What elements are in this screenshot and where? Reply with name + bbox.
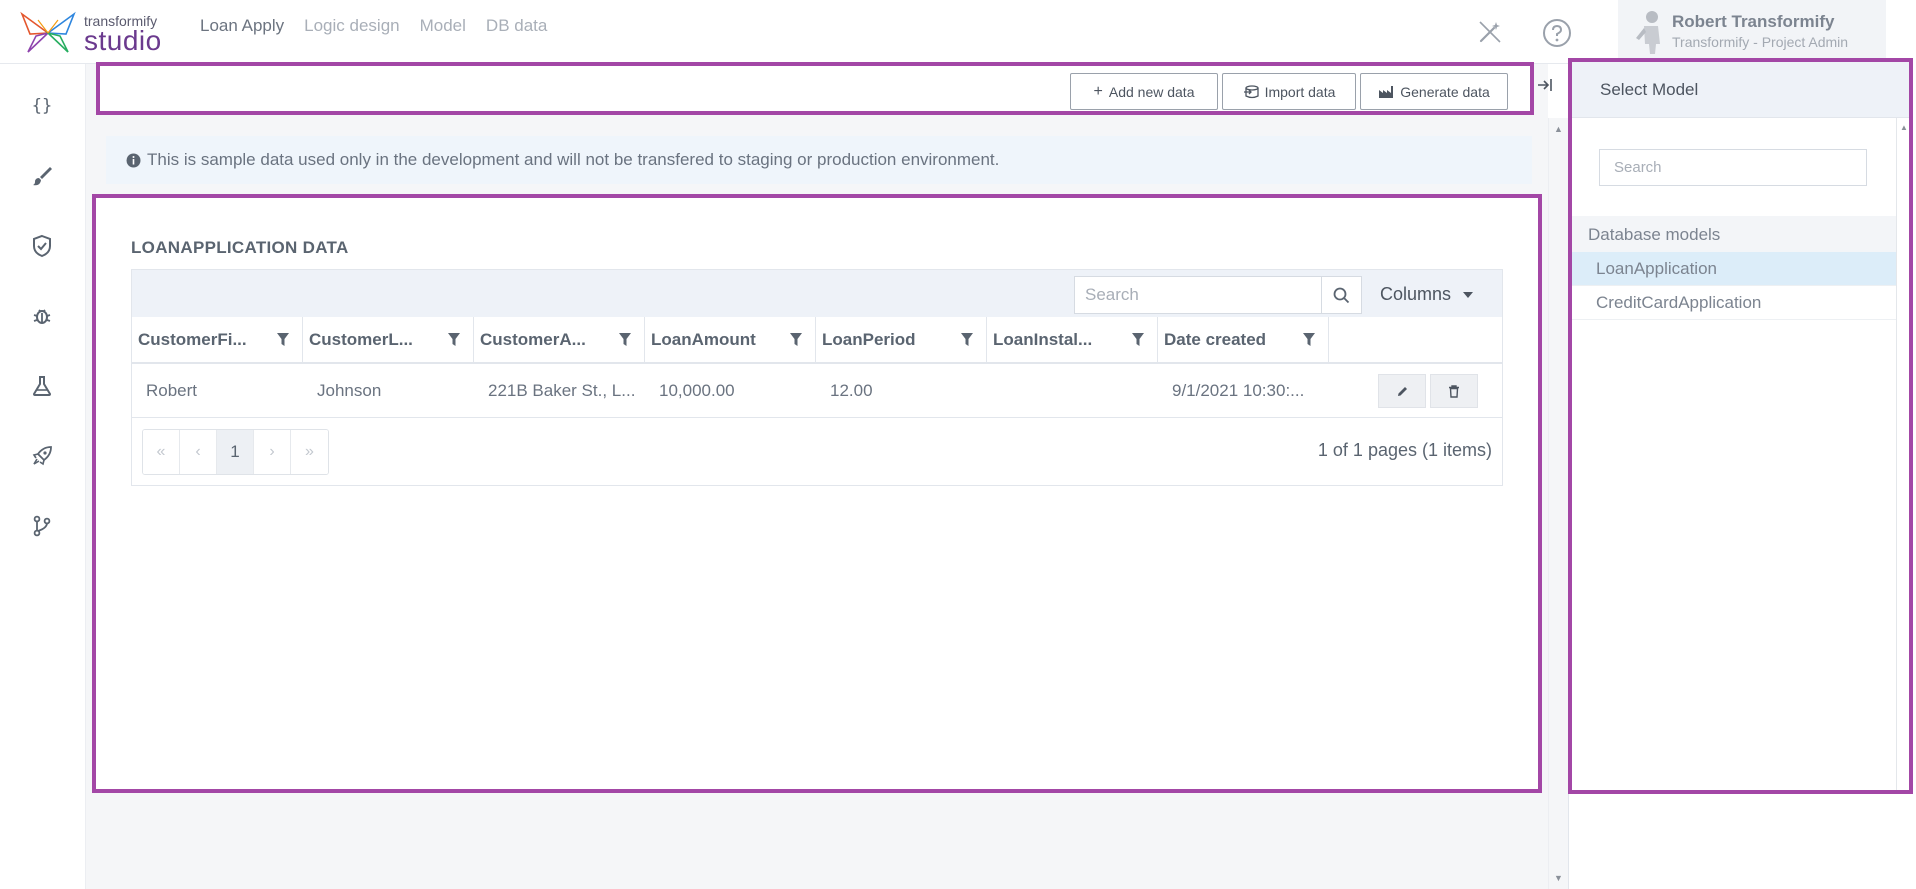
column-header-label: CustomerFi...: [138, 330, 247, 349]
import-icon: [1243, 84, 1259, 98]
table-cell: [987, 364, 1158, 417]
column-header[interactable]: LoanAmount: [645, 317, 816, 363]
filter-icon[interactable]: [960, 332, 974, 348]
info-message: This is sample data used only in the dev…: [147, 150, 1000, 169]
filter-icon[interactable]: [447, 332, 461, 348]
generate-data-button[interactable]: Generate data: [1360, 73, 1508, 110]
main-scrollbar[interactable]: ▲ ▼: [1548, 118, 1568, 889]
left-icon-rail: {}: [0, 64, 86, 889]
filter-icon[interactable]: [1302, 332, 1316, 348]
filter-icon[interactable]: [1131, 332, 1145, 348]
user-role: Transformify - Project Admin: [1672, 34, 1849, 50]
column-header-label: LoanAmount: [651, 330, 756, 349]
data-toolbar: + Add new data Import data Generate data: [96, 62, 1534, 115]
pager-info: 1 of 1 pages (1 items): [1317, 440, 1492, 460]
nav-loan-apply[interactable]: Loan Apply: [200, 16, 284, 36]
import-data-label: Import data: [1264, 83, 1336, 100]
data-grid-panel: LOANAPPLICATION DATA Columns CustomerFi.…: [92, 194, 1542, 793]
shield-check-icon[interactable]: [28, 232, 56, 260]
info-icon: [126, 153, 141, 167]
grid-search-button[interactable]: [1322, 276, 1362, 314]
table-cell: Johnson: [317, 380, 382, 400]
user-name: Robert Transformify: [1672, 12, 1835, 31]
column-header[interactable]: CustomerA...: [474, 317, 645, 363]
table-cell: 12.00: [830, 380, 873, 400]
collapse-panel-icon[interactable]: [1536, 76, 1556, 98]
help-icon[interactable]: [1542, 18, 1571, 47]
import-data-button[interactable]: Import data: [1222, 73, 1356, 110]
avatar: [1636, 11, 1660, 54]
bug-icon[interactable]: [28, 302, 56, 330]
butterfly-logo-icon: [20, 11, 76, 53]
column-header-label: LoanPeriod: [822, 330, 916, 349]
columns-dropdown[interactable]: Columns: [1380, 284, 1474, 305]
edit-row-button[interactable]: [1378, 374, 1426, 408]
factory-icon: [1379, 85, 1394, 98]
filter-icon[interactable]: [618, 332, 632, 348]
scroll-up-arrow-icon[interactable]: ▲: [1554, 124, 1563, 134]
brush-icon[interactable]: [28, 162, 56, 190]
pencil-icon: [1397, 386, 1407, 396]
column-header[interactable]: LoanInstal...: [987, 317, 1158, 363]
add-new-data-button[interactable]: + Add new data: [1070, 73, 1218, 110]
table-cell: Robert: [146, 380, 198, 400]
filter-icon[interactable]: [276, 332, 290, 348]
column-header-label: CustomerA...: [480, 330, 586, 349]
trash-icon: [1449, 384, 1459, 398]
sample-data-info-banner: This is sample data used only in the dev…: [106, 136, 1532, 184]
column-header[interactable]: Date created: [1158, 317, 1329, 363]
chevron-down-icon: [1463, 291, 1474, 298]
plus-icon: +: [1093, 82, 1103, 100]
scroll-down-arrow-icon[interactable]: ▼: [1554, 873, 1563, 883]
grid-footer: « ‹ 1 › » 1 of 1 pages (1 items): [131, 418, 1503, 486]
column-header[interactable]: CustomerFi...: [132, 317, 303, 363]
columns-label: Columns: [1380, 284, 1452, 304]
transformify-logo[interactable]: transformify studio: [18, 8, 168, 58]
column-header-label: CustomerL...: [309, 330, 413, 349]
branch-icon[interactable]: [28, 512, 56, 540]
first-page-button[interactable]: «: [143, 430, 180, 474]
table-row[interactable]: Robert Johnson 221B Baker St., L... 10,0…: [131, 363, 1503, 418]
prev-page-button[interactable]: ‹: [180, 430, 217, 474]
filter-icon[interactable]: [789, 332, 803, 348]
logo-text-bottom: studio: [84, 25, 162, 56]
top-header: transformify studio Loan Apply Logic des…: [0, 0, 1916, 64]
flask-icon[interactable]: [28, 372, 56, 400]
grid-search-input[interactable]: [1074, 276, 1322, 314]
delete-row-button[interactable]: [1430, 374, 1478, 408]
rocket-icon[interactable]: [28, 442, 56, 470]
table-cell: 9/1/2021 10:30:...: [1172, 380, 1305, 400]
table-cell: 10,000.00: [659, 380, 735, 400]
pager: « ‹ 1 › »: [142, 429, 329, 475]
search-icon: [1333, 287, 1350, 303]
next-page-button[interactable]: ›: [254, 430, 291, 474]
select-model-highlight-frame: [1568, 58, 1913, 794]
main-nav: Loan Apply Logic design Model DB data: [200, 16, 547, 36]
table-cell: 221B Baker St., L...: [488, 380, 636, 400]
add-new-data-label: Add new data: [1108, 83, 1195, 100]
grid-title: LOANAPPLICATION DATA: [131, 238, 349, 257]
nav-db-data[interactable]: DB data: [486, 16, 547, 36]
grid-header-row: CustomerFi... CustomerL... CustomerA... …: [131, 317, 1503, 363]
page-number-button[interactable]: 1: [217, 430, 254, 474]
column-header[interactable]: CustomerL...: [303, 317, 474, 363]
magic-wand-off-icon[interactable]: [1476, 18, 1504, 46]
nav-logic-design[interactable]: Logic design: [304, 16, 399, 36]
braces-icon[interactable]: {}: [28, 92, 56, 120]
braces-icon-glyph: {}: [31, 96, 53, 116]
nav-model[interactable]: Model: [420, 16, 466, 36]
last-page-button[interactable]: »: [291, 430, 328, 474]
column-header[interactable]: LoanPeriod: [816, 317, 987, 363]
grid-toolbar: Columns: [131, 269, 1503, 317]
generate-data-label: Generate data: [1400, 83, 1490, 100]
column-header-label: LoanInstal...: [993, 330, 1093, 349]
user-menu[interactable]: Robert Transformify Transformify - Proje…: [1618, 0, 1886, 62]
column-header-label: Date created: [1164, 330, 1267, 349]
